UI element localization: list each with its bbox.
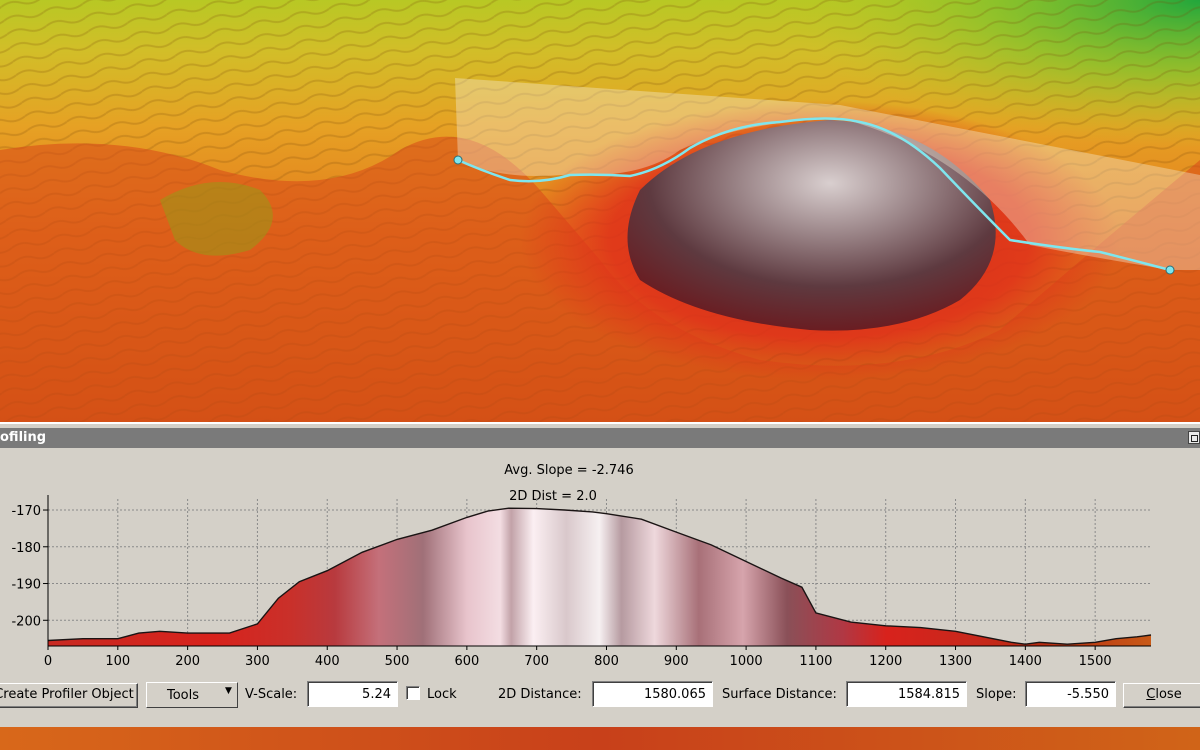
close-button-label: lose [1155,687,1182,702]
x-tick-label: 1400 [1009,654,1042,669]
x-tick-label: 800 [594,654,619,669]
y-tick-label: -190 [11,578,41,593]
x-tick-label: 100 [105,654,130,669]
tools-dropdown-label: Tools [167,688,200,703]
window-restore-icon[interactable] [1188,431,1200,444]
x-tick-label: 500 [385,654,410,669]
lock-checkbox[interactable] [406,686,420,700]
x-tick-label: 700 [524,654,549,669]
chart-annotation-dist: 2D Dist = 2.0 [509,489,597,504]
x-tick-label: 200 [175,654,200,669]
x-tick-label: 400 [315,654,340,669]
x-tick-label: 1000 [730,654,763,669]
slope-field[interactable]: -5.550 [1025,681,1116,707]
chevron-down-icon: ▼ [225,686,232,696]
vscale-label: V-Scale: [245,687,298,702]
profile-chart: Avg. Slope = -2.746 2D Dist = 2.0 -170-1… [11,463,1152,669]
terrain-3d-view[interactable] [0,0,1200,422]
surface-distance-field[interactable]: 1584.815 [846,681,967,707]
profile-start-handle[interactable] [453,155,463,165]
x-tick-label: 1100 [799,654,832,669]
tools-dropdown[interactable]: Tools ▼ [146,682,238,708]
panel-title: ofiling [0,430,47,445]
distance-2d-field[interactable]: 1580.065 [592,681,713,707]
profile-end-handle[interactable] [1165,265,1175,275]
y-tick-label: -170 [11,504,41,519]
chart-annotation-slope: Avg. Slope = -2.746 [504,463,633,478]
vscale-field[interactable]: 5.24 [307,681,398,707]
distance-2d-label: 2D Distance: [498,687,582,702]
x-tick-label: 1200 [869,654,902,669]
surface-distance-label: Surface Distance: [722,687,837,702]
y-axis: -170 -180 -190 -200 [11,495,49,646]
close-button[interactable]: Close [1123,683,1200,708]
x-tick-label: 1500 [1079,654,1112,669]
x-tick-label: 900 [664,654,689,669]
x-tick-label: 300 [245,654,270,669]
close-button-mnemonic: C [1146,687,1156,702]
terrain-bottom-strip [0,727,1200,750]
profile-area [48,508,1151,646]
x-tick-label: 1300 [939,654,972,669]
panel-titlebar[interactable]: ofiling [0,428,1200,448]
create-profiler-object-button[interactable]: Create Profiler Object [0,683,138,708]
y-tick-label: -180 [11,541,41,556]
slope-label: Slope: [976,687,1017,702]
x-tick-label: 600 [454,654,479,669]
y-tick-label: -200 [11,614,41,629]
x-axis: 0 100 200 300 400 500 600 700 800 900 1000 1100 1200… [44,645,1151,669]
lock-label: Lock [427,687,457,702]
x-tick-label: 0 [44,654,52,669]
